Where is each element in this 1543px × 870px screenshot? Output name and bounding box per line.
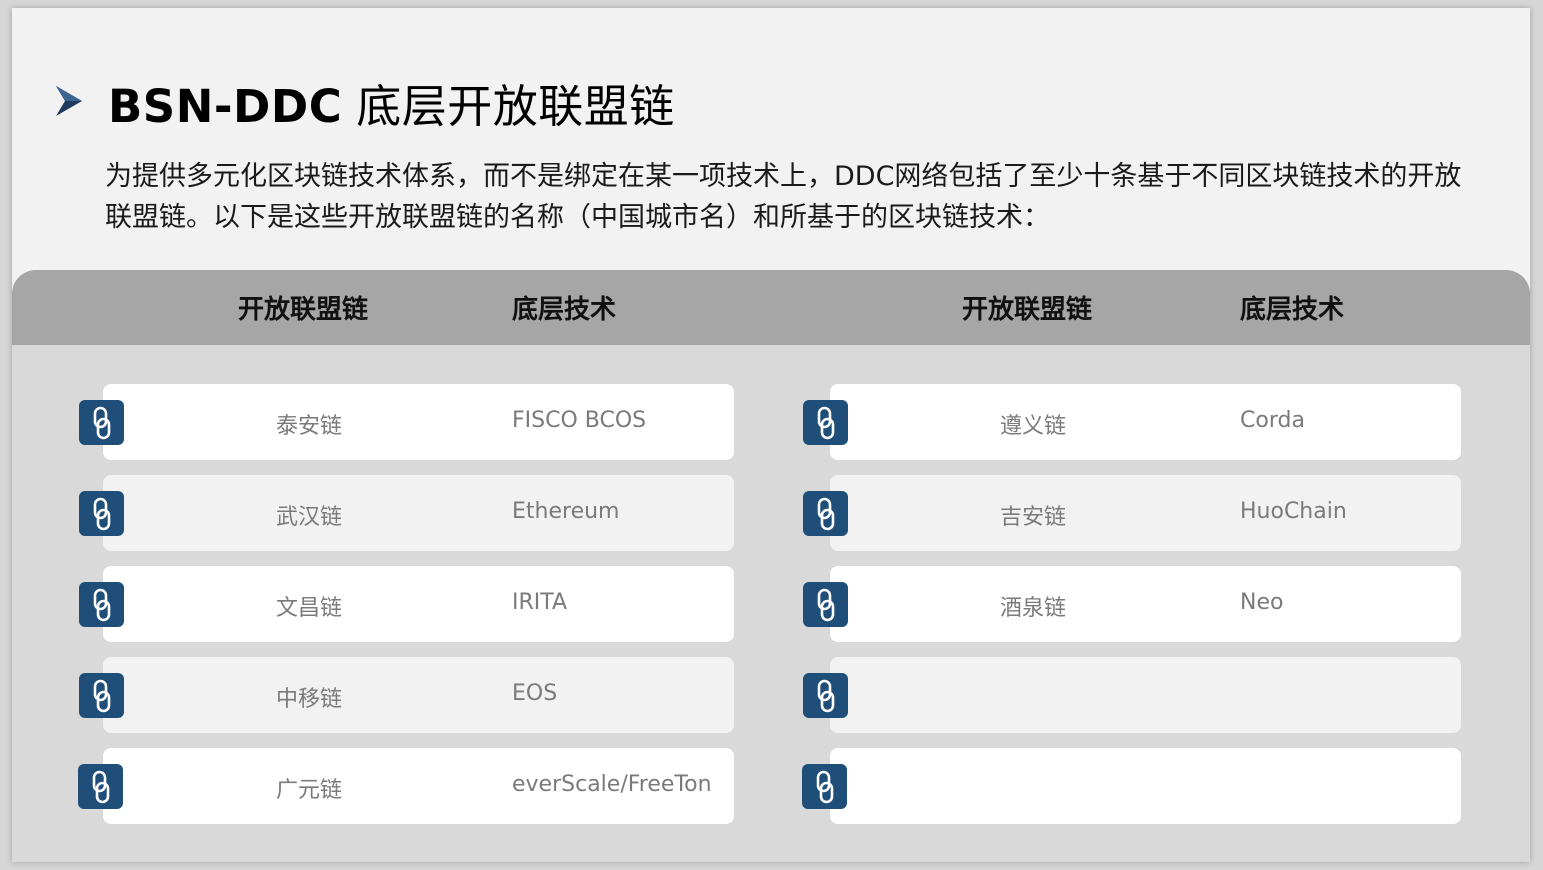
chain-name: 广元链 — [276, 778, 343, 803]
title-cjk: 底层开放联盟链 — [356, 80, 675, 133]
intro-paragraph: 为提供多元化区块链技术体系，而不是绑定在某一项技术上，DDC网络包括了至少十条基… — [105, 161, 1462, 233]
arrow-bullet-icon — [56, 86, 82, 116]
chain-link-icon — [803, 400, 848, 445]
chain-link-icon — [803, 582, 848, 627]
table-row — [830, 657, 1461, 733]
table-row: 遵义链 Corda — [830, 384, 1461, 460]
table-row: 吉安链 HuoChain — [830, 475, 1461, 551]
header-left-chain: 开放联盟链 — [238, 295, 369, 325]
chain-tech: everScale/FreeTon — [512, 772, 712, 797]
chain-tech: Neo — [1240, 590, 1284, 615]
header-left-tech: 底层技术 — [512, 295, 617, 325]
chain-link-icon — [803, 491, 848, 536]
chain-tech: EOS — [512, 681, 558, 706]
chain-name: 吉安链 — [1000, 505, 1067, 530]
chain-name: 泰安链 — [276, 414, 343, 439]
table-row: 武汉链 Ethereum — [103, 475, 734, 551]
table-row: 文昌链 IRITA — [103, 566, 734, 642]
header-right-chain: 开放联盟链 — [962, 295, 1093, 325]
chain-name: 遵义链 — [1000, 414, 1067, 439]
chain-link-icon — [79, 582, 124, 627]
table-row: 酒泉链 Neo — [830, 566, 1461, 642]
chain-tech: HuoChain — [1240, 499, 1347, 524]
chain-name: 武汉链 — [276, 505, 343, 530]
chain-tech: Ethereum — [512, 499, 620, 524]
chain-tech: IRITA — [512, 590, 568, 615]
table-row — [830, 748, 1461, 824]
table-row: 泰安链 FISCO BCOS — [103, 384, 734, 460]
chain-link-icon — [803, 673, 848, 718]
chain-name: 中移链 — [276, 687, 343, 712]
chain-link-icon — [79, 673, 124, 718]
title-latin: BSN-DDC — [108, 80, 343, 133]
chain-tech: Corda — [1240, 408, 1305, 433]
slide: BSN-DDC 底层开放联盟链 为提供多元化区块链技术体系，而不是绑定在某一项技术… — [12, 8, 1530, 862]
chain-link-icon — [79, 491, 124, 536]
table-row: 中移链 EOS — [103, 657, 734, 733]
chain-name: 文昌链 — [276, 596, 343, 621]
chain-name: 酒泉链 — [1000, 596, 1067, 621]
chain-link-icon — [79, 400, 124, 445]
chain-table: 开放联盟链 底层技术 开放联盟链 底层技术 泰安链 FISCO BCOS 武汉链… — [12, 270, 1530, 862]
table-header: 开放联盟链 底层技术 开放联盟链 底层技术 — [12, 270, 1530, 345]
chain-link-icon — [78, 764, 123, 809]
header-right-tech: 底层技术 — [1240, 295, 1345, 325]
chain-tech: FISCO BCOS — [512, 408, 647, 433]
chain-link-icon — [802, 764, 847, 809]
page-title: BSN-DDC 底层开放联盟链 — [108, 70, 675, 135]
table-row: 广元链 everScale/FreeTon — [103, 748, 734, 824]
